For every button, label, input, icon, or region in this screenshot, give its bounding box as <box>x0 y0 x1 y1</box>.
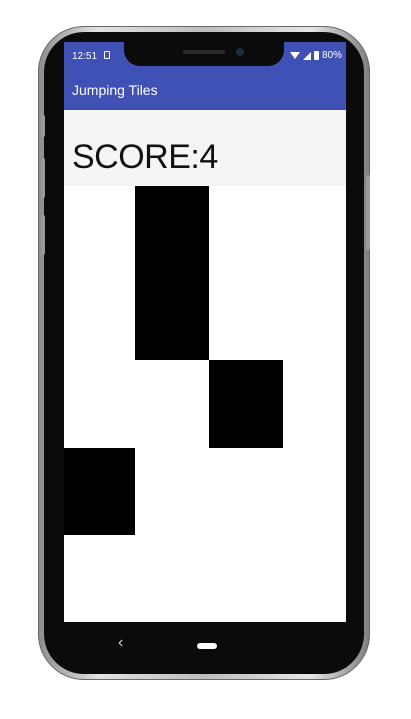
signal-icon <box>302 51 311 60</box>
tile-3[interactable] <box>64 448 135 535</box>
phone-side-button <box>41 115 45 137</box>
battery-level: 80% <box>321 50 342 61</box>
phone-side-button <box>41 158 45 198</box>
camera-icon <box>236 48 244 56</box>
phone-power-button <box>366 175 370 250</box>
app-bar: Jumping Tiles <box>64 70 346 110</box>
phone-side-button <box>41 215 45 255</box>
app-title: Jumping Tiles <box>72 82 158 98</box>
tile-2[interactable] <box>209 360 283 448</box>
home-icon[interactable] <box>197 643 217 649</box>
back-icon[interactable]: ‹ <box>118 634 123 652</box>
notch <box>124 42 284 66</box>
sim-icon <box>104 51 110 59</box>
status-indicators: 80% <box>289 50 342 61</box>
status-time: 12:51 <box>72 51 98 62</box>
score-area: SCORE:4 <box>64 110 346 186</box>
battery-icon <box>313 51 319 60</box>
wifi-icon <box>289 52 300 59</box>
score-label: SCORE:4 <box>72 138 218 176</box>
speaker-icon <box>183 50 225 54</box>
game-board[interactable] <box>64 186 346 622</box>
tile-1[interactable] <box>135 186 209 360</box>
phone-screen: 12:51 80% Jumping Tiles SCORE:4 ‹ <box>64 42 346 668</box>
navigation-bar: ‹ <box>64 622 346 668</box>
